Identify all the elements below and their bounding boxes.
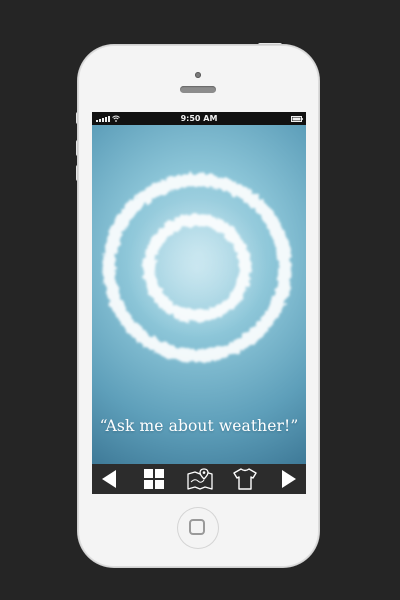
grid-icon [144,469,164,489]
back-button[interactable] [94,464,124,494]
home-button[interactable] [177,507,219,549]
phone-screen: 9:50 AM “Ask me about weather!” [92,112,306,494]
earpiece-speaker [180,86,216,93]
home-square-icon [189,519,205,535]
triangle-left-icon [102,470,116,488]
clothing-button[interactable] [230,464,260,494]
cloud-rings-graphic [102,173,292,363]
grid-button[interactable] [139,464,169,494]
status-time: 9:50 AM [180,114,218,123]
map-pin-icon [187,468,213,490]
front-camera [195,72,201,78]
battery-icon [291,116,303,122]
forward-button[interactable] [274,464,304,494]
stage: 9:50 AM “Ask me about weather!” [0,0,400,600]
ask-prompt-text: “Ask me about weather!” [99,417,299,435]
status-bar: 9:50 AM [92,112,306,125]
weather-view[interactable]: “Ask me about weather!” [92,125,306,464]
map-button[interactable] [185,464,215,494]
tshirt-icon [233,468,257,490]
triangle-right-icon [282,470,296,488]
bottom-toolbar [92,464,306,494]
